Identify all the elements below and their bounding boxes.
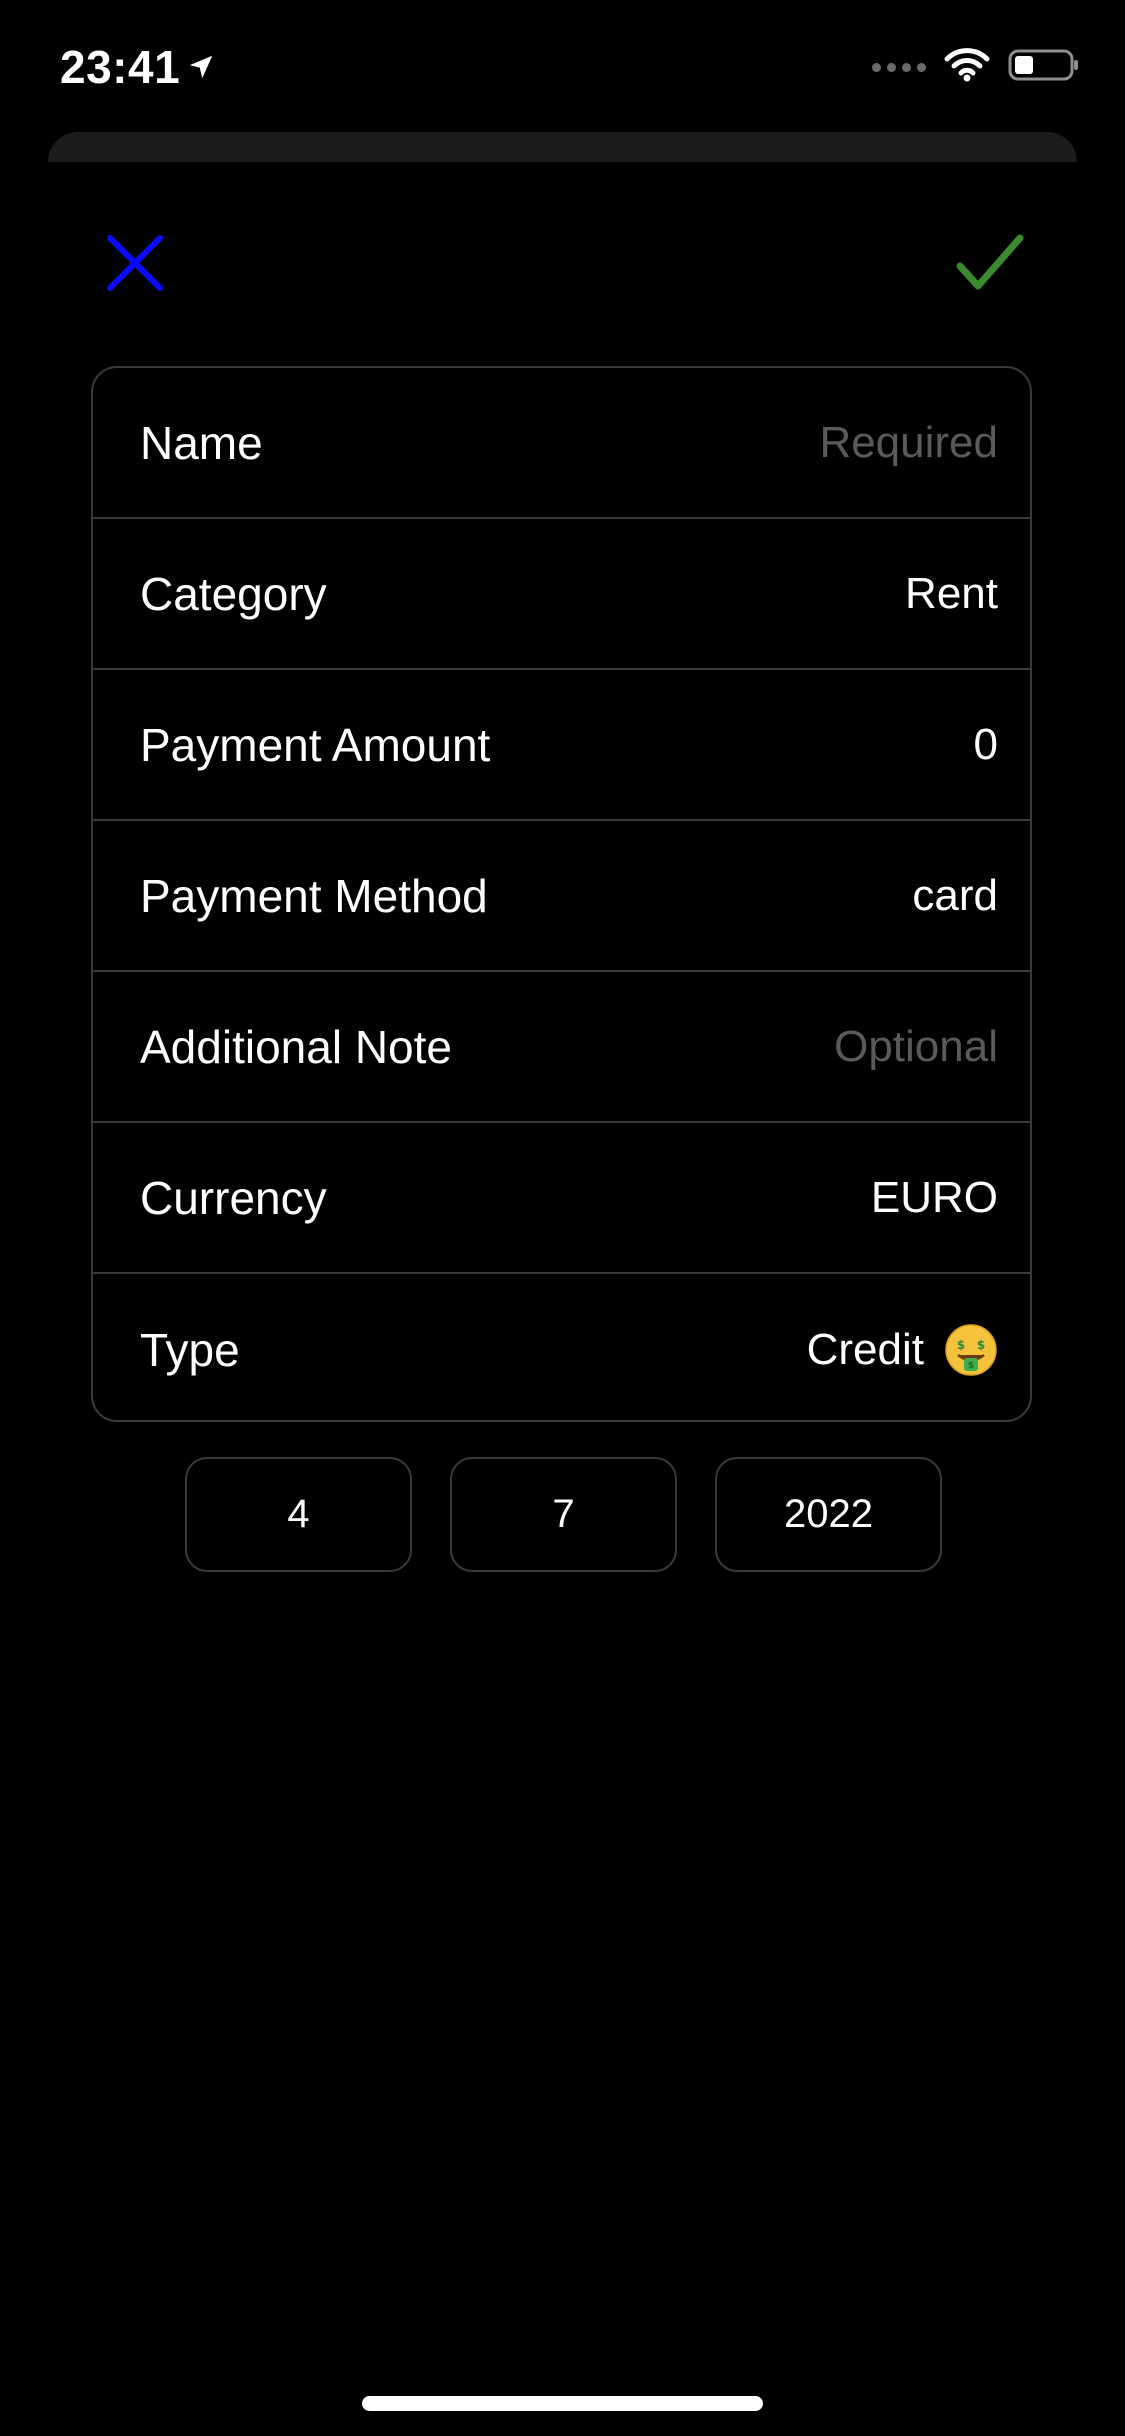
category-label: Category (140, 567, 327, 620)
day-selector[interactable]: 4 (185, 1457, 412, 1572)
additional-note-label: Additional Note (140, 1020, 452, 1073)
confirm-button[interactable] (950, 228, 1030, 298)
month-selector[interactable]: 7 (450, 1457, 677, 1572)
name-field[interactable]: Name Required (93, 368, 1030, 519)
type-label: Type (140, 1323, 240, 1376)
payment-method-label: Payment Method (140, 869, 488, 922)
currency-field[interactable]: Currency EURO (93, 1123, 1030, 1274)
currency-label: Currency (140, 1171, 327, 1224)
date-selector: 4 7 2022 (185, 1457, 942, 1572)
additional-note-field[interactable]: Additional Note Optional (93, 972, 1030, 1123)
checkmark-icon (950, 234, 1030, 302)
name-placeholder[interactable]: Required (819, 418, 998, 468)
status-time: 23:41 (60, 40, 216, 94)
payment-method-value[interactable]: card (912, 871, 998, 921)
type-field[interactable]: Type Credit $ $ $ (93, 1274, 1030, 1420)
wifi-icon (944, 48, 990, 87)
close-button[interactable] (100, 228, 170, 298)
svg-text:$: $ (957, 1338, 965, 1352)
home-indicator[interactable] (362, 2396, 763, 2411)
battery-icon (1008, 48, 1080, 87)
category-value[interactable]: Rent (905, 569, 998, 619)
payment-amount-label: Payment Amount (140, 718, 491, 771)
money-mouth-face-icon: $ $ $ (944, 1323, 998, 1377)
status-time-text: 23:41 (60, 41, 181, 93)
additional-note-placeholder[interactable]: Optional (834, 1022, 998, 1072)
payment-method-field[interactable]: Payment Method card (93, 821, 1030, 972)
category-field[interactable]: Category Rent (93, 519, 1030, 670)
transaction-form: Name Required Category Rent Payment Amou… (91, 366, 1032, 1422)
signal-icon (872, 63, 926, 72)
currency-value[interactable]: EURO (871, 1173, 998, 1223)
svg-text:$: $ (977, 1338, 985, 1352)
status-bar: 23:41 (0, 0, 1125, 132)
sheet-handle-edge (48, 132, 1077, 162)
type-value-text: Credit (806, 1324, 924, 1374)
payment-amount-field[interactable]: Payment Amount 0 (93, 670, 1030, 821)
svg-text:$: $ (968, 1361, 974, 1371)
name-label: Name (140, 416, 263, 469)
status-indicators (872, 48, 1080, 87)
close-icon (100, 235, 170, 302)
location-arrow-icon (186, 52, 216, 82)
payment-amount-value[interactable]: 0 (974, 720, 998, 770)
type-value[interactable]: Credit $ $ $ (807, 1323, 998, 1377)
year-selector[interactable]: 2022 (715, 1457, 942, 1572)
